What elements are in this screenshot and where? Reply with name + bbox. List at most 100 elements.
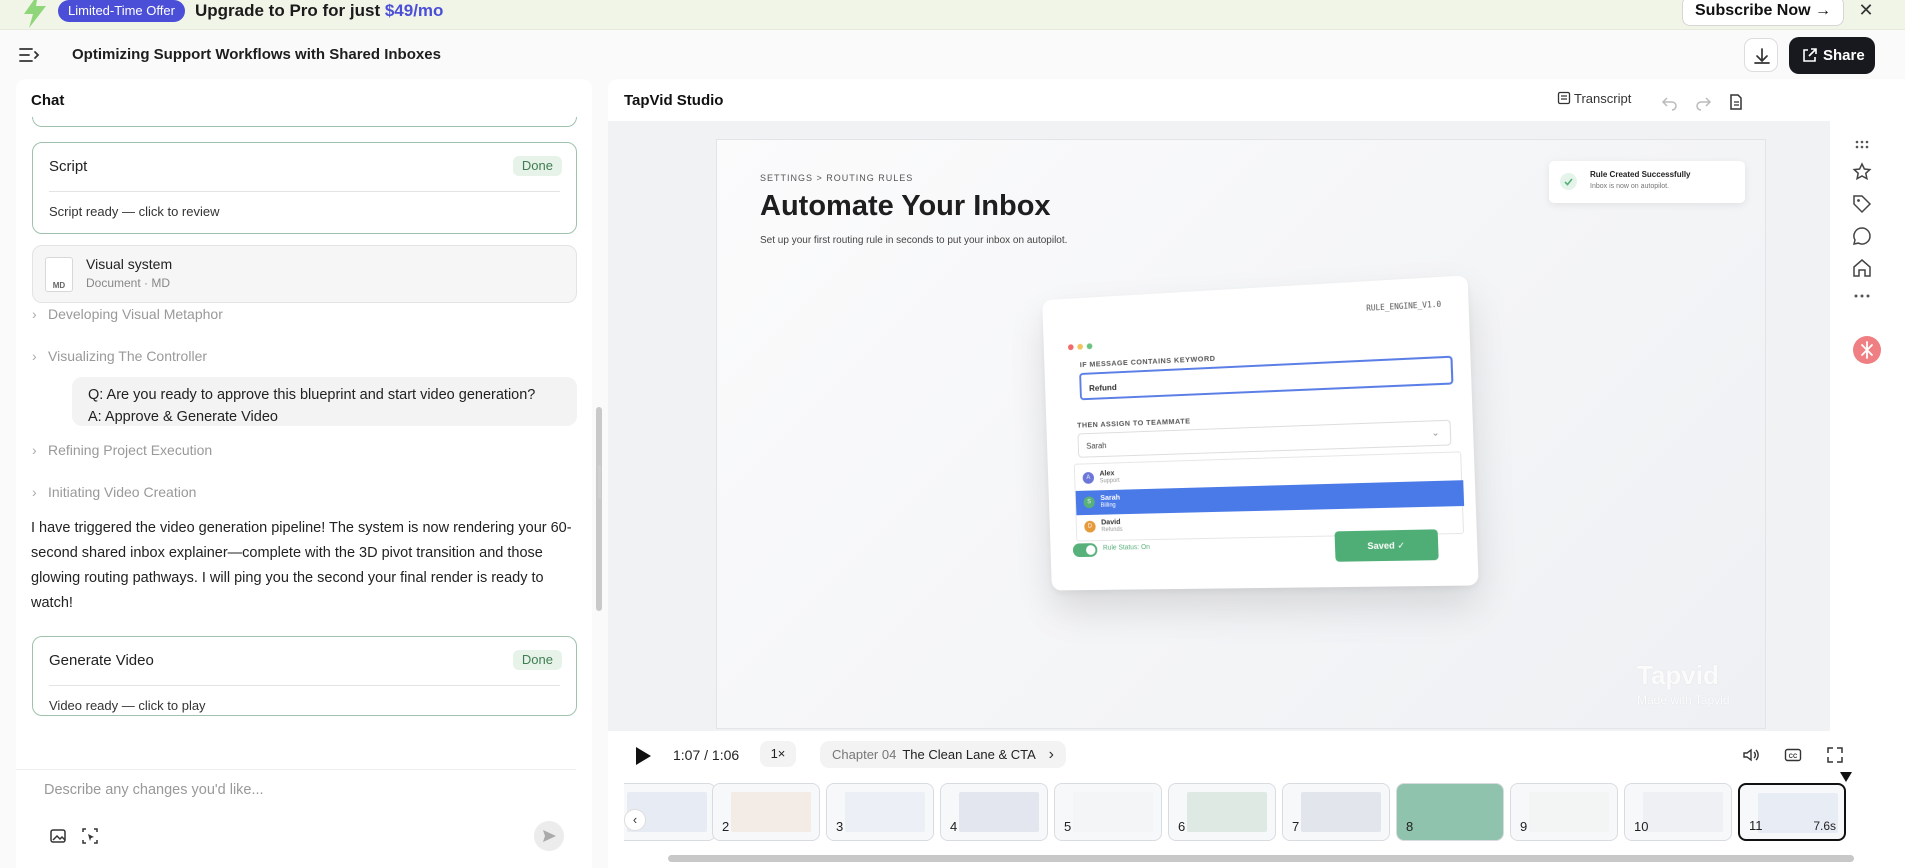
scene-thumbnail[interactable]: 6 <box>1168 783 1276 841</box>
chevron-right-icon: › <box>32 306 37 322</box>
file-icon: MD <box>45 257 73 292</box>
play-icon[interactable] <box>634 746 652 766</box>
upgrade-text: Upgrade to Pro for just $49/mo <box>195 1 444 20</box>
chat-panel: Chat Script Done Script ready — click to… <box>16 79 602 868</box>
assign-label: THEN ASSIGN TO TEAMMATE <box>1077 416 1191 430</box>
status-badge: Done <box>512 650 562 670</box>
scene-thumbnail[interactable]: 10 <box>1624 783 1732 841</box>
chevron-right-icon: › <box>1048 746 1054 763</box>
download-icon <box>1754 48 1770 64</box>
scene-thumbnail[interactable]: 4 <box>940 783 1048 841</box>
scene-thumbnail[interactable]: 5 <box>1054 783 1162 841</box>
panel-resize-handle[interactable] <box>598 465 601 499</box>
timeline-prev-button[interactable]: ‹ <box>624 809 646 831</box>
watermark-logo: Tapvid <box>1637 660 1719 690</box>
playhead-marker[interactable] <box>1840 772 1852 782</box>
tag-icon[interactable] <box>1850 192 1874 216</box>
watermark-text: Made with Tapvid <box>1637 693 1730 707</box>
comment-icon[interactable] <box>1850 224 1874 248</box>
document-attachment[interactable]: MD Visual system Document · MD <box>32 245 577 303</box>
chapter-title: The Clean Lane & CTA <box>902 747 1036 762</box>
previous-card <box>32 117 577 127</box>
fullscreen-icon[interactable] <box>1826 746 1844 764</box>
card-subtitle: Video ready — click to play <box>49 698 206 713</box>
status-badge: Done <box>512 156 562 176</box>
toggle-label: Rule Status: On <box>1102 544 1151 552</box>
project-title: Optimizing Support Workflows with Shared… <box>72 46 441 63</box>
transcript-button[interactable]: Transcript <box>1557 91 1631 106</box>
scene-timeline[interactable]: 2 3 4 5 6 7 8 9 10 11 7.6s <box>624 781 1854 843</box>
question-text: Q: Are you ready to approve this bluepri… <box>88 387 536 403</box>
generate-video-card[interactable]: Generate Video Done Video ready — click … <box>32 636 577 716</box>
select-area-icon[interactable] <box>80 826 100 846</box>
chevron-right-icon: › <box>32 442 37 458</box>
more-icon[interactable] <box>1850 284 1874 308</box>
offer-badge: Limited-Time Offer <box>58 0 185 22</box>
composer: Describe any changes you'd like... <box>16 769 576 868</box>
home-icon[interactable] <box>1850 256 1874 280</box>
scene-thumbnail[interactable]: 3 <box>826 783 934 841</box>
scene-thumbnail[interactable]: 2 <box>712 783 820 841</box>
chevron-right-icon: › <box>32 348 37 364</box>
scene-thumbnail[interactable]: 9 <box>1510 783 1618 841</box>
star-icon[interactable] <box>1850 160 1874 184</box>
promo-banner: Limited-Time Offer Upgrade to Pro for ju… <box>0 0 1905 30</box>
doc-meta: Document · MD <box>86 276 171 290</box>
step-visualizing-controller[interactable]: › Visualizing The Controller <box>32 348 207 364</box>
card-title: Generate Video <box>49 652 154 669</box>
chevron-right-icon: › <box>32 484 37 500</box>
chat-scrollbar[interactable] <box>596 407 602 611</box>
player-controls: 1:07 / 1:06 1× Chapter 04 The Clean Lane … <box>624 737 1854 773</box>
scene-duration: 7.6s <box>1813 819 1836 833</box>
grip-icon[interactable] <box>1850 132 1874 156</box>
saved-button: Saved ✓ <box>1334 529 1439 562</box>
image-icon[interactable] <box>48 826 68 846</box>
step-initiating-video[interactable]: › Initiating Video Creation <box>32 484 196 500</box>
engine-label: RULE_ENGINE_V1.0 <box>1366 299 1442 313</box>
share-icon <box>1803 48 1817 62</box>
scene-thumbnail-active[interactable]: 11 7.6s <box>1738 783 1846 841</box>
subscribe-button[interactable]: Subscribe Now → <box>1682 0 1845 26</box>
slide-subheading: Set up your first routing rule in second… <box>760 235 1068 246</box>
speed-button[interactable]: 1× <box>760 741 796 767</box>
chevron-down-icon: ⌄ <box>1431 427 1440 438</box>
success-toast: Rule Created Successfully Inbox is now o… <box>1549 161 1745 203</box>
check-icon <box>1560 173 1577 190</box>
chat-scroll-area[interactable]: Script Done Script ready — click to revi… <box>16 117 592 845</box>
rule-engine-mockup: RULE_ENGINE_V1.0 IF MESSAGE CONTAINS KEY… <box>1042 275 1479 591</box>
captions-icon[interactable]: CC <box>1784 746 1802 764</box>
price: $49/mo <box>384 1 444 20</box>
download-button[interactable] <box>1744 38 1778 72</box>
avatar[interactable] <box>1853 336 1881 364</box>
chat-header: Chat <box>31 92 65 109</box>
sidebar-toggle-icon[interactable] <box>18 44 40 66</box>
redo-icon[interactable] <box>1694 93 1712 111</box>
scene-thumbnail[interactable]: 8 <box>1396 783 1504 841</box>
undo-icon[interactable] <box>1661 93 1679 111</box>
document-icon[interactable] <box>1727 93 1745 111</box>
rule-toggle <box>1072 543 1098 558</box>
send-icon <box>543 830 556 842</box>
step-developing-visual-metaphor[interactable]: › Developing Visual Metaphor <box>32 306 223 322</box>
studio-title: TapVid Studio <box>624 92 724 109</box>
toast-title: Rule Created Successfully <box>1590 170 1691 179</box>
volume-icon[interactable] <box>1742 746 1760 764</box>
composer-input[interactable]: Describe any changes you'd like... <box>44 782 264 798</box>
qa-bubble: Q: Are you ready to approve this bluepri… <box>72 377 577 426</box>
chapter-number: Chapter 04 <box>832 747 897 762</box>
answer-text: A: Approve & Generate Video <box>88 409 278 425</box>
slide-breadcrumb: SETTINGS > ROUTING RULES <box>760 173 914 183</box>
chapter-selector[interactable]: Chapter 04 The Clean Lane & CTA › <box>820 741 1066 768</box>
divider <box>49 685 560 686</box>
timeline-scrollbar[interactable] <box>668 855 1854 862</box>
scene-thumbnail[interactable]: 7 <box>1282 783 1390 841</box>
step-refining-project[interactable]: › Refining Project Execution <box>32 442 212 458</box>
script-card[interactable]: Script Done Script ready — click to revi… <box>32 142 577 234</box>
send-button[interactable] <box>534 821 564 851</box>
share-button[interactable]: Share <box>1789 37 1875 74</box>
doc-title: Visual system <box>86 256 173 272</box>
top-bar: Optimizing Support Workflows with Shared… <box>0 31 1905 79</box>
time-display: 1:07 / 1:06 <box>673 747 740 763</box>
transcript-icon <box>1557 91 1571 105</box>
close-icon[interactable]: ✕ <box>1857 0 1875 22</box>
